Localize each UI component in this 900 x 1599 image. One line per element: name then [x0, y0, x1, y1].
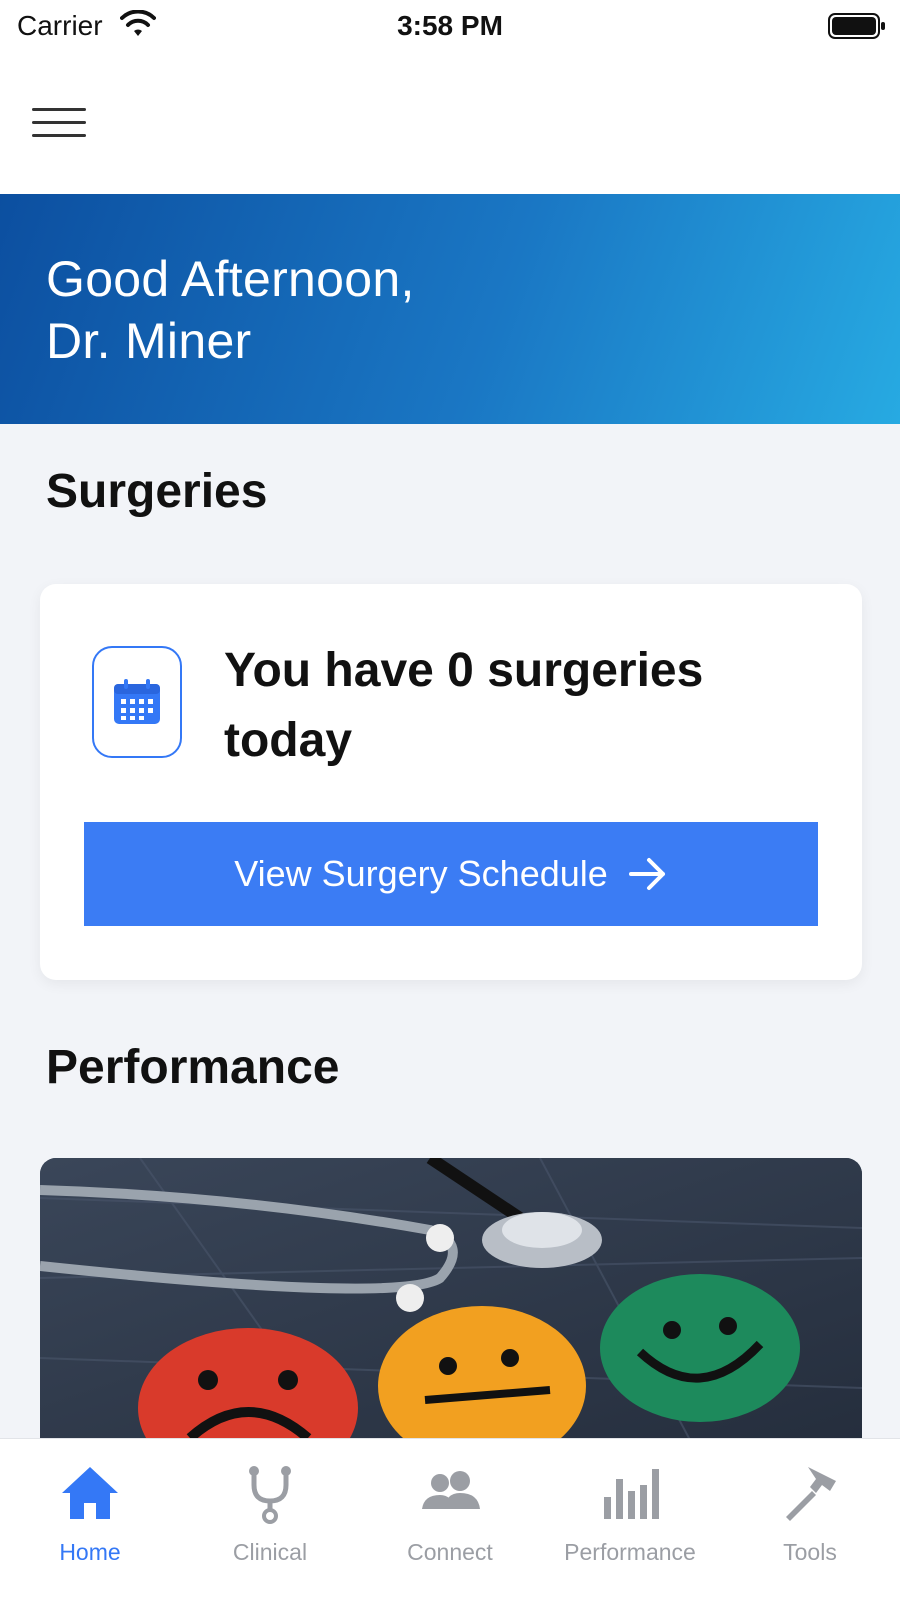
bar-chart-icon	[604, 1469, 659, 1519]
greeting-salutation: Good Afternoon,	[46, 251, 415, 307]
tab-connect-label: Connect	[407, 1539, 493, 1565]
calendar-badge	[92, 646, 182, 758]
people-icon	[422, 1471, 480, 1509]
stethoscope-icon	[249, 1466, 291, 1524]
hammer-icon	[786, 1467, 836, 1521]
tab-home-label: Home	[59, 1539, 121, 1565]
home-icon	[62, 1467, 118, 1519]
tab-tools[interactable]: Tools	[720, 1439, 900, 1599]
arrow-right-icon	[628, 858, 665, 890]
performance-card-image[interactable]	[40, 1158, 862, 1440]
tab-clinical[interactable]: Clinical	[180, 1439, 360, 1599]
greeting-username: Dr. Miner	[46, 313, 252, 369]
battery-icon	[828, 13, 885, 39]
surgery-summary-card: You have 0 surgeries today View Surgery …	[40, 584, 862, 980]
view-surgery-schedule-button[interactable]: View Surgery Schedule	[84, 822, 818, 926]
stethoscope-emoji-faces-image	[40, 1158, 862, 1440]
calendar-icon	[114, 679, 160, 724]
surgeries-section-title: Surgeries	[46, 465, 268, 518]
hamburger-menu-icon[interactable]	[28, 102, 88, 142]
status-time: 3:58 PM	[397, 10, 503, 41]
tab-performance[interactable]: Performance	[540, 1439, 720, 1599]
tab-tools-label: Tools	[783, 1539, 837, 1565]
tab-clinical-label: Clinical	[232, 1539, 308, 1565]
bottom-tab-bar: Home Clinical Connect Performance Tools	[0, 1438, 900, 1599]
tab-performance-label: Performance	[564, 1539, 696, 1565]
status-bar: Carrier 3:58 PM	[0, 0, 900, 58]
performance-section-title: Performance	[46, 1041, 340, 1094]
tab-connect[interactable]: Connect	[360, 1439, 540, 1599]
greeting-banner: Good Afternoon, Dr. Miner	[0, 194, 900, 424]
nav-header	[0, 58, 900, 194]
view-surgery-schedule-label: View Surgery Schedule	[234, 853, 608, 894]
surgery-count-text: You have 0 surgeries today	[224, 644, 704, 767]
tab-home[interactable]: Home	[0, 1439, 180, 1599]
